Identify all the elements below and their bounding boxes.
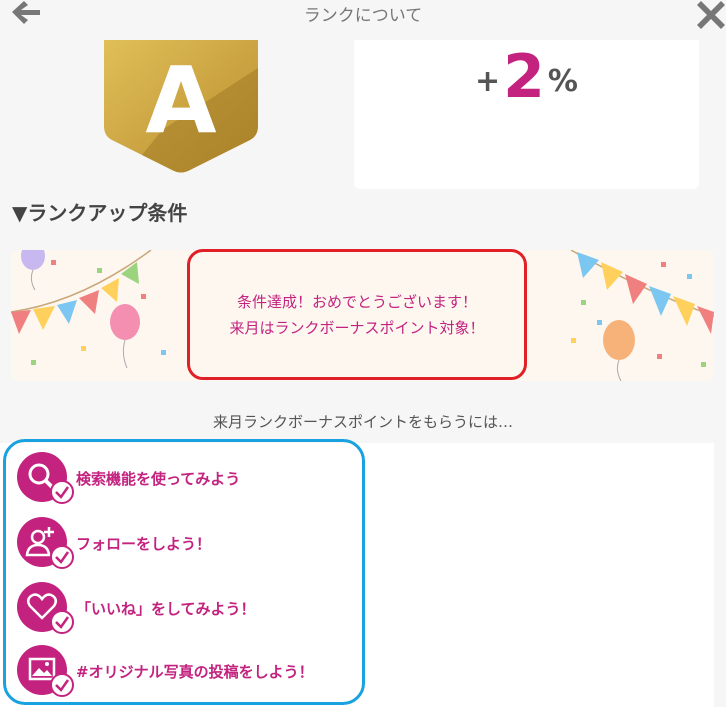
close-icon — [697, 1, 725, 29]
rank-bonus-card: +2% — [354, 40, 699, 189]
bonus-sign: + — [475, 64, 501, 99]
tasks-highlight-frame — [3, 439, 365, 705]
header-bar: ランクについて — [0, 0, 726, 40]
bonus-instructions-text: 来月ランクボーナスポイントをもらうには… — [212, 413, 513, 431]
congratulations-message: 条件達成！おめでとうございます！ 来月はランクボーナスポイント対象！ — [187, 249, 527, 380]
section-title-rankup-conditions: ▼ランクアップ条件 — [12, 201, 188, 225]
bonus-number: 2 — [503, 42, 545, 112]
page-title: ランクについて — [303, 6, 423, 26]
bonus-rate: +2% — [354, 42, 699, 112]
bonus-unit: % — [547, 64, 578, 99]
close-button[interactable] — [696, 0, 726, 30]
rank-badge: A — [102, 40, 260, 176]
congrats-line-1: 条件達成！おめでとうございます！ — [236, 292, 477, 311]
rank-letter: A — [145, 47, 216, 154]
congrats-line-2: 来月はランクボーナスポイント対象！ — [229, 318, 485, 337]
